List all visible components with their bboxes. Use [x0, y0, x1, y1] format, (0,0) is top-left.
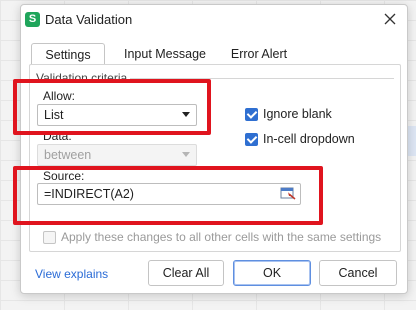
- view-explains-link[interactable]: View explains: [35, 267, 108, 281]
- ok-button[interactable]: OK: [233, 260, 311, 286]
- ignore-blank-checkbox[interactable]: [245, 108, 258, 121]
- tab-input-message[interactable]: Input Message: [113, 43, 217, 65]
- group-divider: [130, 78, 394, 79]
- tab-error-alert[interactable]: Error Alert: [217, 43, 301, 65]
- source-label: Source:: [43, 169, 85, 183]
- dialog-title: Data Validation: [45, 12, 133, 27]
- data-select[interactable]: between: [37, 144, 197, 166]
- data-select-value: between: [44, 148, 92, 162]
- allow-select-value: List: [44, 108, 64, 122]
- ignore-blank-label: Ignore blank: [263, 107, 332, 121]
- validation-criteria-heading: Validation criteria: [36, 71, 132, 85]
- data-label: Data:: [43, 129, 72, 143]
- close-icon[interactable]: [382, 11, 398, 27]
- data-validation-dialog: S Data Validation Settings Input Message…: [13, 4, 408, 294]
- chevron-down-icon: [182, 112, 190, 117]
- in-cell-dropdown-checkbox[interactable]: [245, 133, 258, 146]
- selected-cell-background: [408, 126, 416, 156]
- apply-all-checkbox[interactable]: [43, 231, 56, 244]
- in-cell-dropdown-label: In-cell dropdown: [263, 132, 355, 146]
- range-select-icon[interactable]: [280, 186, 296, 201]
- allow-label: Allow:: [43, 89, 76, 103]
- spreadsheet-app-icon: S: [25, 12, 40, 27]
- cancel-button[interactable]: Cancel: [319, 260, 397, 286]
- tab-bar: Settings Input Message Error Alert: [31, 43, 397, 66]
- source-input[interactable]: =INDIRECT(A2): [37, 183, 301, 205]
- allow-select[interactable]: List: [37, 104, 197, 126]
- tab-settings[interactable]: Settings: [31, 43, 105, 66]
- chevron-down-icon: [182, 152, 190, 157]
- clear-all-button[interactable]: Clear All: [148, 260, 224, 286]
- title-bar: S Data Validation: [21, 5, 407, 35]
- apply-all-label: Apply these changes to all other cells w…: [61, 230, 382, 244]
- source-value: =INDIRECT(A2): [44, 187, 134, 201]
